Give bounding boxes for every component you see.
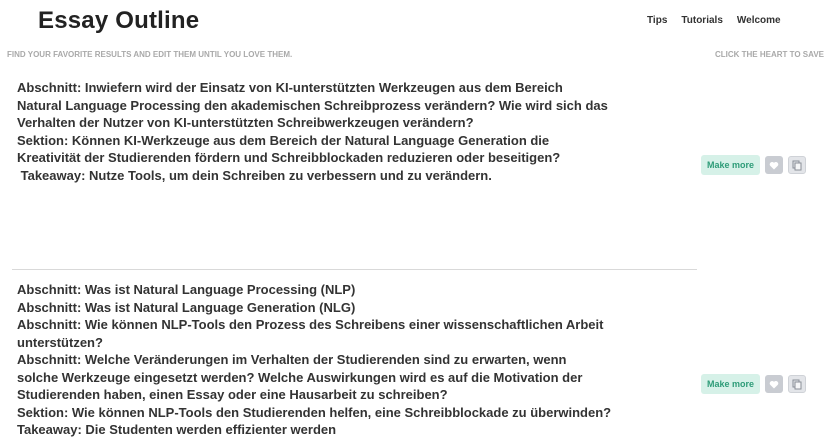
result-line: Takeaway: Nutze Tools, um dein Schreiben… (17, 167, 492, 183)
heart-icon[interactable] (765, 375, 784, 393)
nav-tutorials-link[interactable]: Tutorials (681, 15, 722, 26)
result-line: unterstützen? (17, 334, 103, 350)
result-card-2[interactable]: Abschnitt: Was ist Natural Language Proc… (17, 281, 697, 439)
result-line: Natural Language Processing den akademis… (17, 97, 608, 113)
make-more-button[interactable]: Make more (701, 374, 761, 394)
save-hint: CLICK THE HEART TO SAVE (714, 50, 824, 59)
nav-welcome-link[interactable]: Welcome (737, 15, 781, 26)
result-line: Abschnitt: Was ist Natural Language Proc… (17, 282, 356, 297)
result-card-1[interactable]: Abschnitt: Inwiefern wird der Einsatz vo… (17, 79, 697, 184)
nav-tips-link[interactable]: Tips (647, 15, 667, 26)
result-line: Takeaway: Die Studenten werden effizient… (17, 422, 337, 437)
result-line: Abschnitt: Wie können NLP-Tools den Proz… (17, 317, 604, 332)
result-divider (12, 269, 697, 270)
result-actions-1: Make more (701, 155, 807, 175)
make-more-button[interactable]: Make more (701, 155, 761, 175)
result-line: Kreativität der Studierenden fördern und… (17, 150, 561, 165)
copy-icon[interactable] (788, 156, 807, 174)
result-line: Sektion: Können KI-Werkzeuge aus dem Ber… (17, 132, 550, 148)
result-line: Abschnitt: Inwiefern wird der Einsatz vo… (17, 80, 563, 95)
result-line: Sektion: Wie können NLP-Tools den Studie… (17, 404, 612, 420)
copy-icon[interactable] (788, 375, 807, 393)
heart-icon[interactable] (765, 156, 784, 174)
result-line: Abschnitt: Was ist Natural Language Gene… (17, 299, 356, 315)
result-line: solche Werkzeuge eingesetzt werden? Welc… (17, 369, 583, 385)
result-line: Abschnitt: Welche Veränderungen im Verha… (17, 352, 567, 367)
result-line: Studierenden haben, einen Essay oder ein… (17, 387, 448, 402)
edit-hint: FIND YOUR FAVORITE RESULTS AND EDIT THEM… (7, 50, 293, 59)
result-line: Verhalten der Nutzer von KI-unterstützte… (17, 115, 474, 130)
result-actions-2: Make more (701, 374, 807, 394)
page-title: Essay Outline (38, 7, 200, 34)
top-nav: Tips Tutorials Welcome (647, 15, 781, 26)
